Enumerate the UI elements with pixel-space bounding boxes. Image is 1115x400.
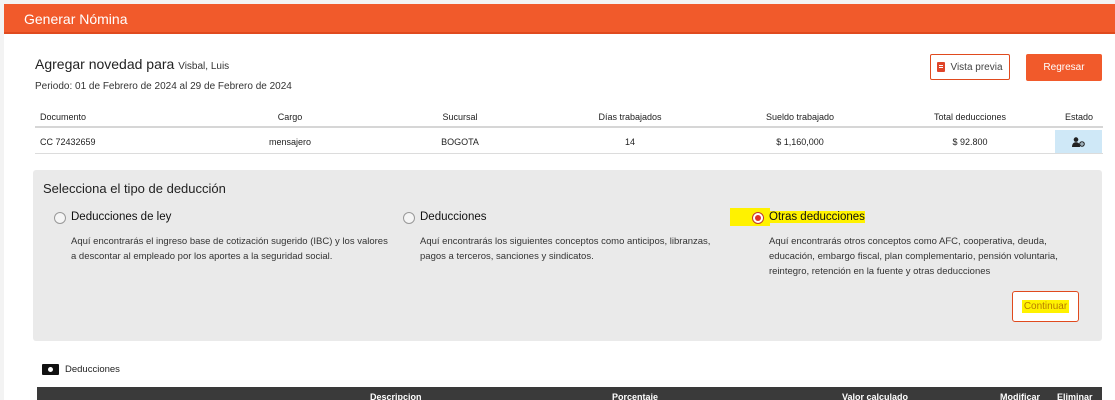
column-header: Modificar	[1000, 392, 1041, 400]
column-header: Sucursal	[442, 112, 478, 122]
radio-otras-deducciones[interactable]	[752, 212, 764, 224]
option-description: Aquí encontrarás otros conceptos como AF…	[769, 236, 1058, 277]
employee-name: Visbal, Luis	[178, 61, 230, 72]
cell-dias: 14	[624, 137, 635, 147]
table-row: CC 72432659 mensajero BOGOTA 14 $ 1,160,…	[35, 128, 1103, 154]
cell-deducciones: $ 92.800	[952, 137, 988, 147]
status-button[interactable]	[1055, 130, 1102, 153]
highlight-marker	[730, 208, 770, 226]
column-header: Descripcion	[370, 392, 422, 400]
option-description: Aquí encontrarás los siguientes concepto…	[420, 236, 711, 262]
money-icon	[42, 364, 59, 375]
table-header: Documento Cargo Sucursal Días trabajados…	[35, 108, 1103, 128]
radio-deducciones[interactable]	[403, 212, 415, 224]
column-header: Documento	[40, 112, 87, 122]
column-header: Cargo	[277, 112, 303, 122]
column-header: Total deducciones	[933, 112, 1007, 122]
option-description: Aquí encontrarás el ingreso base de coti…	[71, 236, 388, 262]
column-header: Estado	[1064, 112, 1094, 122]
column-header: Días trabajados	[598, 112, 662, 122]
pdf-icon	[937, 62, 946, 72]
user-gear-icon	[1072, 136, 1085, 147]
column-header: Valor calculado	[842, 392, 909, 400]
continue-button[interactable]: Continuar	[1012, 291, 1079, 322]
column-header: Sueldo trabajado	[765, 112, 835, 122]
deductions-section-label: Deducciones	[65, 364, 120, 375]
preview-button-label: Vista previa	[950, 61, 1003, 73]
preview-button[interactable]: Vista previa	[930, 54, 1010, 80]
page-title: Agregar novedad para Visbal, Luis	[35, 56, 229, 72]
period-text: Periodo: 01 de Febrero de 2024 al 29 de …	[35, 81, 292, 92]
radio-deducciones-de-ley[interactable]	[54, 212, 66, 224]
option-label: Otras deducciones	[769, 211, 865, 223]
deduction-type-panel: Selecciona el tipo de deducción Deduccio…	[33, 170, 1102, 341]
cell-documento: CC 72432659	[40, 137, 96, 147]
option-label: Deducciones	[420, 211, 487, 223]
column-header: Eliminar	[1057, 392, 1093, 400]
continue-button-label: Continuar	[1021, 300, 1070, 313]
back-button[interactable]: Regresar	[1026, 54, 1102, 81]
deductions-section-header: Deducciones	[42, 364, 120, 375]
deduction-type-title: Selecciona el tipo de deducción	[43, 181, 226, 196]
cell-sueldo: $ 1,160,000	[776, 137, 824, 147]
window-title: Generar Nómina	[24, 11, 128, 27]
option-label: Deducciones de ley	[71, 211, 172, 223]
page-title-text: Agregar novedad para	[35, 56, 175, 72]
top-bar: Generar Nómina	[4, 4, 1115, 34]
deductions-table-header: Descripcion Porcentaje Valor calculado M…	[37, 387, 1102, 400]
column-header: Porcentaje	[612, 392, 659, 400]
cell-cargo: mensajero	[268, 137, 312, 147]
summary-table: Documento Cargo Sucursal Días trabajados…	[35, 108, 1103, 154]
cell-sucursal: BOGOTA	[441, 137, 479, 147]
